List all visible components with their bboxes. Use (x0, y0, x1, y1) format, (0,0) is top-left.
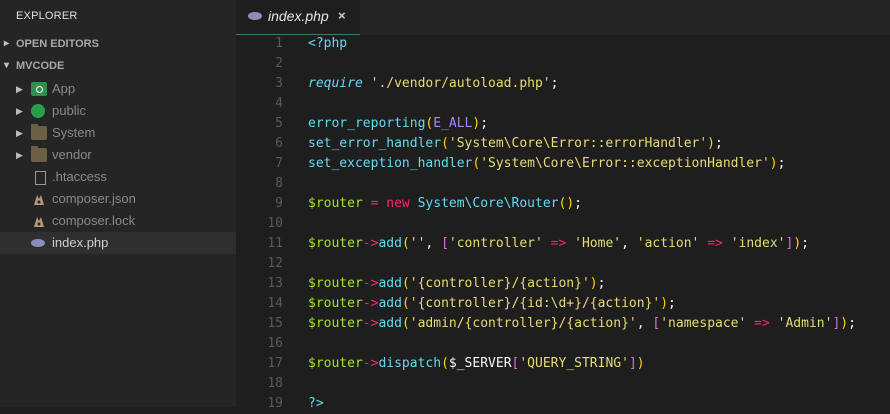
tree-item-label: .htaccess (52, 169, 107, 184)
chevron-right-icon: ▶ (16, 84, 23, 94)
line-number: 19 (267, 396, 283, 411)
folder-icon (31, 146, 47, 162)
code-text: <?php (308, 36, 348, 51)
line-number: 8 (275, 176, 283, 191)
code-text: $router->add('', ['controller' => 'Home'… (308, 236, 809, 251)
line-number: 14 (267, 296, 283, 311)
line-number: 13 (267, 276, 283, 291)
code-text: $router = new System\Core\Router(); (308, 196, 582, 211)
tree-item-composer-json[interactable]: composer.json (0, 188, 236, 210)
code-text: $router->add('{controller}/{action}'); (308, 276, 606, 291)
explorer-sidebar: EXPLORER ▸ OPEN EDITORS ▾ MVCODE ▶ App ▶… (0, 0, 236, 407)
tab-label: index.php (268, 8, 329, 24)
line-number: 6 (275, 136, 283, 151)
code-line[interactable]: 7 set_exception_handler('System\Core\Erro… (236, 154, 890, 174)
code-text: ?> (308, 396, 324, 411)
chevron-down-icon: ▾ (4, 60, 10, 71)
line-number: 5 (275, 116, 283, 131)
code-text: require './vendor/autoload.php'; (308, 76, 559, 91)
line-number: 18 (267, 376, 283, 391)
tree-item-label: composer.json (52, 191, 136, 206)
line-number: 1 (275, 36, 283, 51)
tree-item-index-php[interactable]: index.php (0, 232, 236, 254)
php-icon (248, 12, 262, 20)
line-number: 3 (275, 76, 283, 91)
tab-bar: index.php × (236, 0, 890, 35)
line-number: 17 (267, 356, 283, 371)
composer-icon (32, 214, 48, 228)
code-text: error_reporting(E_ALL); (308, 116, 489, 131)
close-icon[interactable]: × (338, 8, 346, 23)
tree-item-label: composer.lock (52, 213, 136, 228)
code-line[interactable]: 19 ?> (236, 394, 890, 414)
code-line[interactable]: 14 $router->add('{controller}/{id:\d+}/{a… (236, 294, 890, 314)
code-editor[interactable]: 1 <?php 2 3 require './vendor/autoload.php';… (236, 34, 890, 411)
code-line[interactable]: 15 $router->add('admin/{controller}/{acti… (236, 314, 890, 334)
code-line[interactable]: 10 (236, 214, 890, 234)
code-line[interactable]: 13 $router->add('{controller}/{action}'); (236, 274, 890, 294)
chevron-right-icon: ▶ (16, 128, 23, 138)
composer-icon (32, 192, 48, 206)
code-line[interactable]: 3 require './vendor/autoload.php'; (236, 74, 890, 94)
line-number: 2 (275, 56, 283, 71)
code-line[interactable]: 9 $router = new System\Core\Router(); (236, 194, 890, 214)
code-text: set_error_handler('System\Core\Error::er… (308, 136, 723, 151)
chevron-right-icon: ▶ (16, 150, 23, 160)
file-icon (35, 171, 46, 185)
tree-item-label: App (52, 81, 76, 96)
line-number: 11 (267, 236, 283, 251)
section-open-editors[interactable]: ▸ OPEN EDITORS (0, 34, 236, 54)
code-line[interactable]: 8 (236, 174, 890, 194)
tree-item-public[interactable]: ▶ public (0, 100, 236, 122)
line-number: 4 (275, 96, 283, 111)
line-number: 10 (267, 216, 283, 231)
section-label: MVCODE (16, 60, 65, 72)
tree-item-app[interactable]: ▶ App (0, 78, 236, 100)
code-line[interactable]: 5 error_reporting(E_ALL); (236, 114, 890, 134)
code-text: $router->dispatch($_SERVER['QUERY_STRING… (308, 356, 645, 371)
tab-index-php[interactable]: index.php × (236, 0, 360, 35)
tree-item-system[interactable]: ▶ System (0, 122, 236, 144)
code-line[interactable]: 1 <?php (236, 34, 890, 54)
tree-item-htaccess[interactable]: .htaccess (0, 166, 236, 188)
section-label: OPEN EDITORS (16, 38, 99, 50)
tree-item-vendor[interactable]: ▶ vendor (0, 144, 236, 166)
explorer-title: EXPLORER (16, 10, 78, 22)
code-line[interactable]: 12 (236, 254, 890, 274)
tree-item-label: System (52, 125, 96, 140)
tree-item-label: index.php (52, 235, 109, 250)
php-icon (31, 239, 45, 247)
folder-icon (31, 124, 47, 140)
section-project[interactable]: ▾ MVCODE (0, 56, 236, 76)
line-number: 15 (267, 316, 283, 331)
line-number: 9 (275, 196, 283, 211)
tree-item-label: vendor (52, 147, 92, 162)
code-text: $router->add('admin/{controller}/{action… (308, 316, 856, 331)
code-text: $router->add('{controller}/{id:\d+}/{act… (308, 296, 676, 311)
code-line[interactable]: 17 $router->dispatch($_SERVER['QUERY_STRI… (236, 354, 890, 374)
code-line[interactable]: 2 (236, 54, 890, 74)
code-line[interactable]: 11 $router->add('', ['controller' => 'Hom… (236, 234, 890, 254)
code-text: set_exception_handler('System\Core\Error… (308, 156, 786, 171)
chevron-right-icon: ▶ (16, 106, 23, 116)
line-number: 16 (267, 336, 283, 351)
public-folder-icon (31, 104, 45, 118)
tree-item-label: public (52, 103, 86, 118)
line-number: 7 (275, 156, 283, 171)
code-line[interactable]: 18 (236, 374, 890, 394)
line-number: 12 (267, 256, 283, 271)
code-line[interactable]: 4 (236, 94, 890, 114)
code-line[interactable]: 16 (236, 334, 890, 354)
app-folder-icon (31, 82, 47, 96)
chevron-right-icon: ▸ (4, 38, 10, 49)
tree-item-composer-lock[interactable]: composer.lock (0, 210, 236, 232)
code-line[interactable]: 6 set_error_handler('System\Core\Error::e… (236, 134, 890, 154)
